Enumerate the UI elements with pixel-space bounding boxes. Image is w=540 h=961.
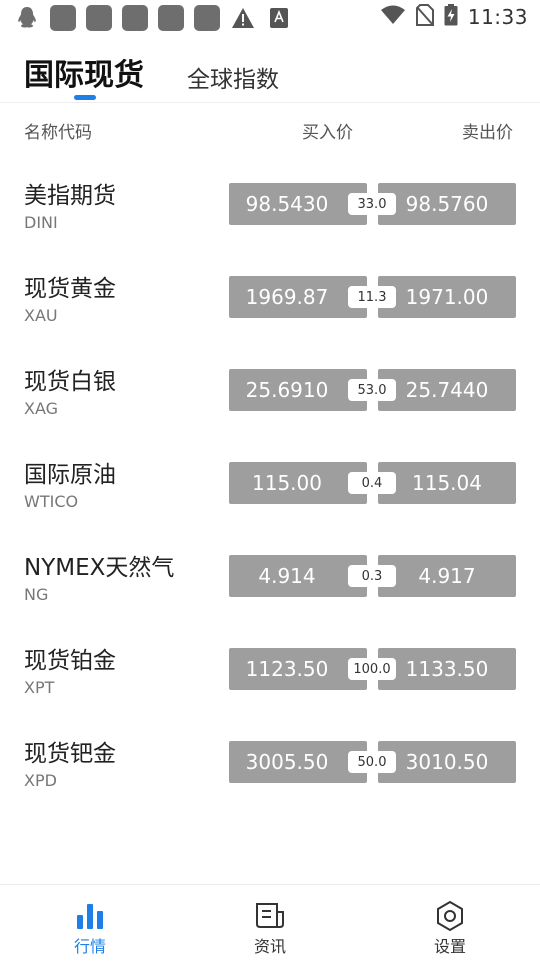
quote-name: 现货铂金 xyxy=(24,648,116,674)
buy-price: 115.00 xyxy=(229,462,367,504)
wifi-icon xyxy=(380,5,406,29)
sell-price: 1971.00 xyxy=(378,276,516,318)
nav-news-label: 资讯 xyxy=(253,937,286,956)
quote-name: NYMEX天然气 xyxy=(24,555,175,581)
spread-badge: 53.0 xyxy=(348,379,396,401)
column-header: 名称代码 买入价 卖出价 xyxy=(0,118,540,146)
buy-price: 3005.50 xyxy=(229,741,367,783)
spread-badge: 33.0 xyxy=(348,193,396,215)
app-icon xyxy=(194,5,220,31)
header-buy-price: 买入价 xyxy=(302,123,353,143)
quote-row[interactable]: 现货黄金 XAU 1969.87 11.3 1971.00 xyxy=(0,251,540,344)
clock: 11:33 xyxy=(467,5,528,29)
quote-code: XAG xyxy=(24,399,59,418)
keyboard-icon xyxy=(266,5,292,31)
quote-code: NG xyxy=(24,585,49,604)
buy-price: 1969.87 xyxy=(229,276,367,318)
spread-badge: 0.4 xyxy=(348,472,396,494)
quote-code: XAU xyxy=(24,306,58,325)
bar-chart-icon xyxy=(73,899,107,933)
sell-price: 4.917 xyxy=(378,555,516,597)
app-icon xyxy=(158,5,184,31)
header-name-code: 名称代码 xyxy=(24,123,92,143)
warning-icon xyxy=(230,5,256,31)
top-tabs: 国际现货 全球指数 xyxy=(0,44,540,102)
no-sim-icon xyxy=(415,4,434,30)
quote-name: 现货白银 xyxy=(24,369,116,395)
nav-settings[interactable]: 设置 xyxy=(360,885,540,961)
quote-code: XPD xyxy=(24,771,57,790)
app-icon xyxy=(86,5,112,31)
tab-global-index[interactable]: 全球指数 xyxy=(187,60,279,94)
quote-row[interactable]: 美指期货 DINI 98.5430 33.0 98.5760 xyxy=(0,158,540,251)
buy-price: 98.5430 xyxy=(229,183,367,225)
nav-news[interactable]: 资讯 xyxy=(180,885,360,961)
tab-international-spot[interactable]: 国际现货 xyxy=(24,50,144,94)
nav-market[interactable]: 行情 xyxy=(0,885,180,961)
sell-price: 98.5760 xyxy=(378,183,516,225)
sell-price: 3010.50 xyxy=(378,741,516,783)
divider xyxy=(0,102,540,103)
quote-row[interactable]: 国际原油 WTICO 115.00 0.4 115.04 xyxy=(0,437,540,530)
notification-icons xyxy=(14,5,292,31)
quote-row[interactable]: 现货白银 XAG 25.6910 53.0 25.7440 xyxy=(0,344,540,437)
nav-market-label: 行情 xyxy=(73,937,106,956)
quote-code: WTICO xyxy=(24,492,79,511)
spread-badge: 11.3 xyxy=(348,286,396,308)
spread-badge: 100.0 xyxy=(348,658,396,680)
buy-price: 4.914 xyxy=(229,555,367,597)
sell-price: 25.7440 xyxy=(378,369,516,411)
quote-row[interactable]: 现货钯金 XPD 3005.50 50.0 3010.50 xyxy=(0,716,540,809)
quote-name: 现货钯金 xyxy=(24,741,116,767)
nav-settings-label: 设置 xyxy=(433,937,466,956)
buy-price: 1123.50 xyxy=(229,648,367,690)
bottom-nav: 行情 资讯 设置 xyxy=(0,884,540,961)
quote-name: 美指期货 xyxy=(24,183,116,209)
settings-hexagon-icon xyxy=(433,899,467,933)
status-bar: 11:33 xyxy=(0,0,540,36)
system-status: 11:33 xyxy=(380,4,528,30)
news-icon xyxy=(253,899,287,933)
quote-row[interactable]: NYMEX天然气 NG 4.914 0.3 4.917 xyxy=(0,530,540,623)
header-sell-price: 卖出价 xyxy=(462,123,513,143)
sell-price: 1133.50 xyxy=(378,648,516,690)
spread-badge: 0.3 xyxy=(348,565,396,587)
sell-price: 115.04 xyxy=(378,462,516,504)
quote-row[interactable]: 现货铂金 XPT 1123.50 100.0 1133.50 xyxy=(0,623,540,716)
app-icon xyxy=(122,5,148,31)
quote-name: 国际原油 xyxy=(24,462,116,488)
qq-penguin-icon xyxy=(14,5,40,31)
quote-name: 现货黄金 xyxy=(24,276,116,302)
tab-indicator xyxy=(74,95,96,100)
buy-price: 25.6910 xyxy=(229,369,367,411)
app-icon xyxy=(50,5,76,31)
quote-code: DINI xyxy=(24,213,58,232)
battery-charging-icon xyxy=(444,4,458,30)
quote-code: XPT xyxy=(24,678,55,697)
quote-list: 美指期货 DINI 98.5430 33.0 98.5760 现货黄金 XAU … xyxy=(0,158,540,809)
spread-badge: 50.0 xyxy=(348,751,396,773)
